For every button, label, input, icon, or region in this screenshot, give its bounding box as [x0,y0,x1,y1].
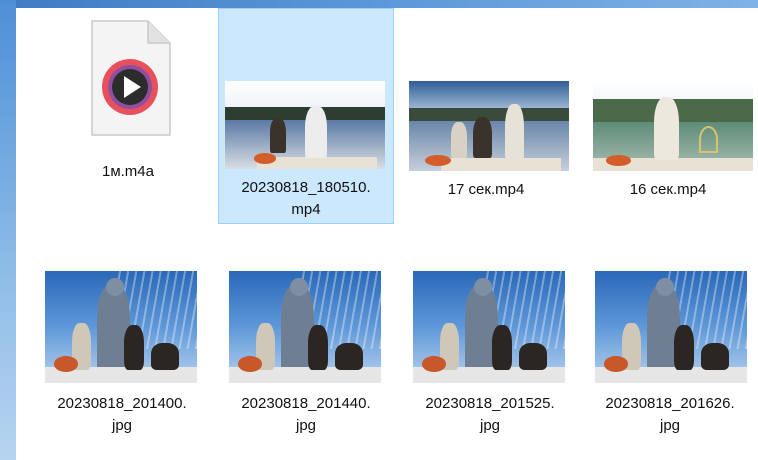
file-tile-image[interactable]: 20230818_201440. jpg [216,254,396,454]
file-name: 20230818_180510. mp4 [241,179,371,218]
file-name: 20230818_201626. jpg [605,395,735,434]
file-name: 20230818_201400. jpg [57,395,187,434]
file-name: 20230818_201440. jpg [241,395,371,434]
file-tile-image[interactable]: 20230818_201400. jpg [32,254,212,454]
file-tile-image[interactable]: 20230818_201525. jpg [400,254,580,454]
file-name: 1м.m4a [101,163,154,180]
image-thumbnail [229,271,381,383]
window-left-border [0,0,16,460]
file-tile-video-selected[interactable]: 20230818_180510. mp4 [218,8,394,224]
window-top-border [0,0,758,8]
file-tile-audio[interactable]: 1м.m4a [60,10,196,222]
image-thumbnail [45,271,197,383]
file-tile-image[interactable]: 20230818_201626. jpg [582,254,758,454]
image-thumbnail [413,271,565,383]
video-thumbnail [225,81,385,169]
file-tile-video[interactable]: 16 сек.mp4 [578,10,758,222]
file-grid: 1м.m4a 20230818_180510. mp4 17 сек.mp4 1… [16,8,758,460]
file-name: 17 сек.mp4 [447,181,525,198]
audio-file-icon [91,20,171,136]
video-thumbnail [409,81,569,171]
file-name: 20230818_201525. jpg [425,395,555,434]
file-tile-video[interactable]: 17 сек.mp4 [396,10,576,222]
video-thumbnail [593,81,753,171]
image-thumbnail [595,271,747,383]
file-name: 16 сек.mp4 [629,181,707,198]
